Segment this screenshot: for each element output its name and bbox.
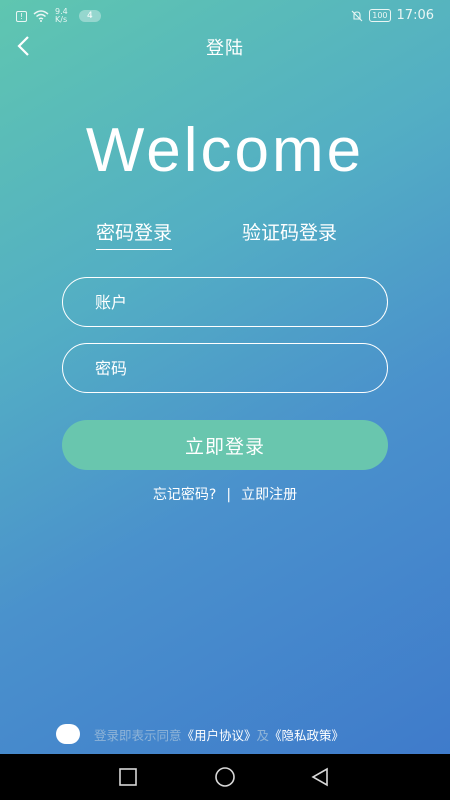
status-bar: ! 9.4 K/s 4 100 17:06 — [0, 0, 450, 32]
agreement-row: 登录即表示同意 《用户协议》 及 《隐私政策》 — [56, 724, 344, 744]
auth-links: 忘记密码? | 立即注册 — [0, 484, 450, 504]
login-method-tabs: 密码登录 验证码登录 — [0, 218, 450, 258]
agreement-conjunction: 及 — [256, 727, 270, 743]
forgot-password-link[interactable]: 忘记密码? — [153, 487, 216, 503]
account-field — [62, 277, 388, 327]
status-left: ! 9.4 K/s 4 — [16, 8, 101, 24]
home-icon[interactable] — [214, 766, 236, 788]
net-speed: 9.4 K/s — [55, 7, 68, 24]
account-input[interactable] — [63, 278, 387, 326]
back-nav-icon[interactable] — [309, 766, 331, 788]
links-separator: | — [226, 487, 232, 503]
agreement-toggle[interactable] — [56, 724, 80, 744]
status-right: 100 17:06 — [351, 8, 434, 23]
login-screen: ! 9.4 K/s 4 100 17:06 登陆 Welcome 密码登录 验证… — [0, 0, 450, 754]
password-input[interactable] — [63, 344, 387, 392]
tab-password-login[interactable]: 密码登录 — [96, 218, 173, 250]
password-field — [62, 343, 388, 393]
wifi-icon — [33, 10, 49, 22]
user-agreement-link[interactable]: 《用户协议》 — [182, 725, 257, 744]
notification-icon: ! — [16, 10, 27, 22]
tab-code-login[interactable]: 验证码登录 — [242, 218, 337, 249]
nav-bar: 登陆 — [0, 30, 450, 64]
register-link[interactable]: 立即注册 — [241, 487, 297, 503]
system-navigation-bar — [0, 754, 450, 800]
privacy-policy-link[interactable]: 《隐私政策》 — [269, 725, 344, 744]
login-button[interactable]: 立即登录 — [62, 420, 388, 470]
clock: 17:06 — [396, 8, 434, 23]
notification-count-badge: 4 — [79, 10, 101, 22]
page-title: 登陆 — [206, 38, 244, 59]
welcome-heading: Welcome — [85, 116, 365, 185]
battery-icon: 100 — [369, 9, 391, 22]
agreement-prefix: 登录即表示同意 — [94, 727, 182, 743]
recent-apps-icon[interactable] — [117, 766, 139, 788]
bell-mute-icon — [351, 10, 363, 21]
